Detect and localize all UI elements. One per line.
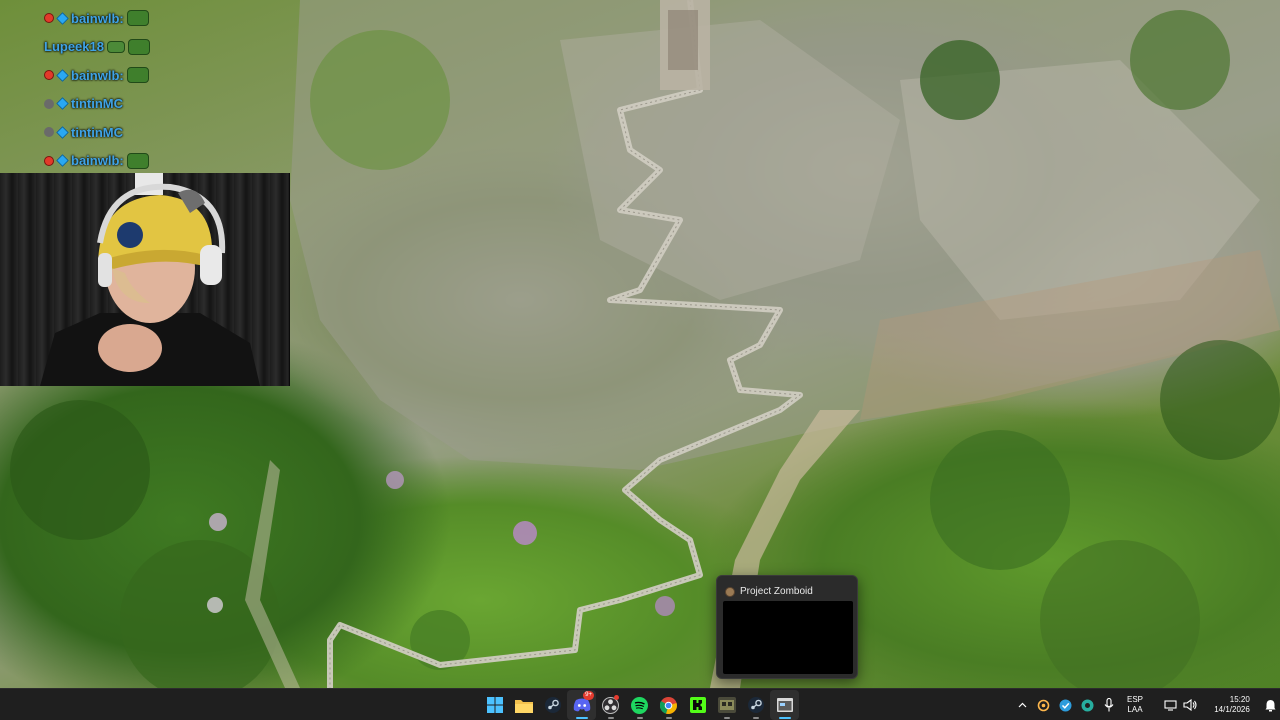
subscriber-badge-icon	[44, 70, 54, 81]
zomboid-icon	[717, 697, 736, 713]
streamer-figure	[40, 173, 260, 386]
taskbar-steam[interactable]	[741, 690, 770, 720]
chat-message: tintinMC	[44, 90, 184, 119]
moderator-badge-icon	[44, 98, 54, 109]
running-indicator	[752, 717, 759, 719]
security-icon	[1081, 699, 1093, 711]
microphone-icon	[1104, 698, 1114, 712]
stream-chat-overlay: bainwlb: Lupeek18 bainwlb: tintinMC tint…	[44, 4, 184, 175]
network-icon	[1163, 699, 1177, 711]
chat-username: tintinMC	[71, 124, 123, 140]
chat-username: tintinMC	[71, 96, 123, 112]
taskbar-window-preview[interactable]: Project Zomboid	[716, 575, 858, 679]
diamond-badge-icon	[56, 69, 69, 82]
preview-title: Project Zomboid	[740, 586, 813, 597]
folder-icon	[514, 699, 533, 713]
taskbar-steam-pinned[interactable]	[538, 690, 567, 720]
running-indicator	[778, 717, 791, 719]
keyboard-layout-code: LAA	[1127, 705, 1143, 714]
taskbar-project-zomboid[interactable]	[712, 690, 741, 720]
shield-icon	[1059, 699, 1071, 711]
tray-sync-app[interactable]	[1032, 689, 1054, 720]
taskbar-obs[interactable]	[596, 690, 625, 720]
clock-time: 15:20	[1229, 695, 1250, 704]
running-indicator	[607, 717, 614, 719]
steam-icon	[747, 697, 764, 713]
preview-header: Project Zomboid	[717, 576, 857, 600]
pepe-emote-icon	[106, 40, 125, 53]
chat-message: bainwlb:	[44, 61, 184, 90]
chat-username: bainwlb:	[71, 153, 124, 169]
input-language-indicator[interactable]: ESP LAA	[1120, 689, 1150, 720]
chat-username: bainwlb:	[71, 67, 124, 83]
taskbar-generic-window[interactable]	[770, 690, 799, 720]
diamond-badge-icon	[56, 126, 69, 139]
discord-icon	[573, 698, 590, 712]
subscriber-badge-icon	[44, 13, 54, 24]
chat-username: Lupeek18	[44, 39, 104, 55]
running-indicator	[723, 717, 730, 719]
diamond-badge-icon	[56, 97, 69, 110]
discord-notification-badge: 9+	[583, 691, 594, 700]
kick-icon	[689, 697, 706, 713]
running-indicator	[636, 717, 643, 719]
window-icon	[776, 698, 793, 712]
taskbar-chrome[interactable]	[654, 690, 683, 720]
system-tray: ESP LAA 15:20 14/1/2026	[1012, 689, 1280, 720]
pepe-emote-icon	[126, 10, 149, 27]
tray-microphone[interactable]	[1098, 689, 1120, 720]
taskbar-spotify[interactable]	[625, 690, 654, 720]
chat-message: Lupeek18	[44, 33, 184, 62]
taskbar-file-explorer[interactable]	[509, 690, 538, 720]
chat-message: bainwlb:	[44, 4, 184, 33]
taskbar-apps: 9+	[480, 689, 799, 720]
taskbar-discord[interactable]: 9+	[567, 690, 596, 720]
bell-icon	[1265, 699, 1275, 711]
webcam-feed	[0, 173, 290, 386]
quick-settings-button[interactable]	[1150, 689, 1210, 720]
zomboid-icon	[725, 586, 735, 597]
diamond-badge-icon	[56, 12, 69, 25]
diamond-badge-icon	[56, 154, 69, 167]
chat-message: bainwlb:	[44, 147, 184, 176]
moderator-badge-icon	[44, 127, 54, 138]
pepe-emote-icon	[126, 67, 149, 84]
chat-username: bainwlb:	[71, 10, 124, 26]
windows-logo-icon	[486, 697, 503, 713]
clock[interactable]: 15:20 14/1/2026	[1210, 689, 1254, 720]
pepe-emote-icon	[127, 38, 150, 55]
chevron-up-icon	[1018, 702, 1026, 708]
preview-thumbnail[interactable]	[723, 601, 853, 674]
recording-indicator-icon	[614, 695, 619, 700]
show-hidden-icons-button[interactable]	[1012, 689, 1032, 720]
notifications-button[interactable]	[1260, 689, 1280, 720]
chrome-icon	[660, 696, 677, 714]
clock-date: 14/1/2026	[1214, 705, 1250, 714]
pepe-emote-icon	[126, 152, 149, 169]
sync-icon	[1037, 699, 1049, 711]
language-code: ESP	[1126, 695, 1143, 704]
start-button[interactable]	[480, 690, 509, 720]
taskbar: 9+ ESP LAA 15:20 14/1/2026	[0, 688, 1280, 720]
tray-security-2[interactable]	[1076, 689, 1098, 720]
chat-message: tintinMC	[44, 118, 184, 147]
steam-icon	[544, 697, 561, 713]
running-indicator	[665, 717, 672, 719]
spotify-icon	[631, 696, 648, 714]
subscriber-badge-icon	[44, 155, 54, 166]
tray-security[interactable]	[1054, 689, 1076, 720]
running-indicator	[575, 717, 588, 719]
volume-icon	[1182, 699, 1197, 711]
taskbar-kick[interactable]	[683, 690, 712, 720]
